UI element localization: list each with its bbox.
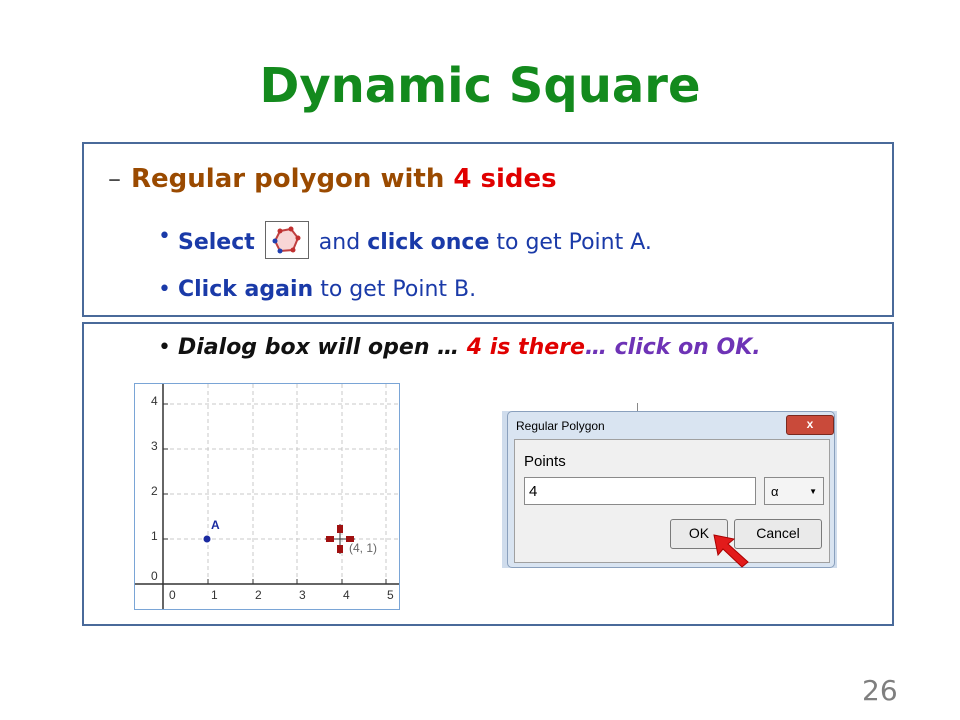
- point-a-label: A: [211, 518, 220, 532]
- x-tick-4: 4: [343, 588, 350, 602]
- chevron-down-icon: ▼: [809, 487, 817, 496]
- regular-polygon-dialog: Regular Polygon x Points 4 α ▼ OK Cancel: [502, 403, 837, 568]
- heading-text: Regular polygon with: [131, 164, 454, 194]
- bullet-dialog: Dialog box will open … 4 is there… click…: [178, 335, 761, 360]
- y-tick-1: 1: [151, 529, 158, 543]
- heading-emphasis: 4 sides: [453, 164, 557, 194]
- x-tick-0: 0: [169, 588, 176, 602]
- click-again-word: Click again: [178, 277, 314, 302]
- click-ok-text: click on OK.: [614, 335, 761, 360]
- bullet-select: Select and click once to get Point A.: [178, 221, 652, 262]
- cursor-coordinate-label: (4, 1): [349, 541, 378, 555]
- and-word: and: [318, 230, 368, 255]
- point-a-marker[interactable]: [203, 535, 211, 543]
- dialog-title: Regular Polygon: [516, 419, 605, 433]
- y-tick-3: 3: [151, 439, 158, 453]
- symbol-dropdown[interactable]: α ▼: [764, 477, 824, 505]
- ellipsis-text: …: [584, 335, 615, 360]
- x-tick-1: 1: [211, 588, 218, 602]
- bullet-dot-2: •: [158, 277, 171, 302]
- heading-line: – Regular polygon with 4 sides: [108, 164, 557, 194]
- x-tick-5: 5: [387, 588, 394, 602]
- bullet-dot-3: •: [158, 335, 171, 360]
- heading-dash: –: [108, 164, 121, 194]
- bullet-click-again: Click again to get Point B.: [178, 277, 476, 302]
- point-a-text: to get Point A.: [489, 230, 652, 255]
- points-input[interactable]: 4: [524, 477, 756, 505]
- page-number: 26: [862, 674, 898, 707]
- point-b-text: to get Point B.: [313, 277, 477, 302]
- y-tick-4: 4: [151, 394, 158, 408]
- y-tick-0: 0: [151, 569, 158, 583]
- slide-title: Dynamic Square: [259, 58, 701, 114]
- x-tick-3: 3: [299, 588, 306, 602]
- select-word: Select: [178, 230, 255, 255]
- x-tick-2: 2: [255, 588, 262, 602]
- bullet-dot-1: •: [158, 224, 171, 249]
- click-once-word: click once: [367, 230, 490, 255]
- regular-polygon-tool-icon[interactable]: [264, 221, 309, 259]
- alpha-symbol: α: [771, 484, 779, 499]
- y-tick-2: 2: [151, 484, 158, 498]
- four-is-there-text: 4 is there: [466, 335, 585, 360]
- points-label: Points: [524, 453, 566, 470]
- dialog-open-text: Dialog box will open …: [178, 335, 467, 360]
- close-button[interactable]: x: [786, 415, 834, 435]
- geogebra-graph[interactable]: 4 3 2 1 0 0 1 2 3 4 5 A (4, 1): [134, 383, 400, 610]
- arrow-pointer-icon: [713, 534, 749, 568]
